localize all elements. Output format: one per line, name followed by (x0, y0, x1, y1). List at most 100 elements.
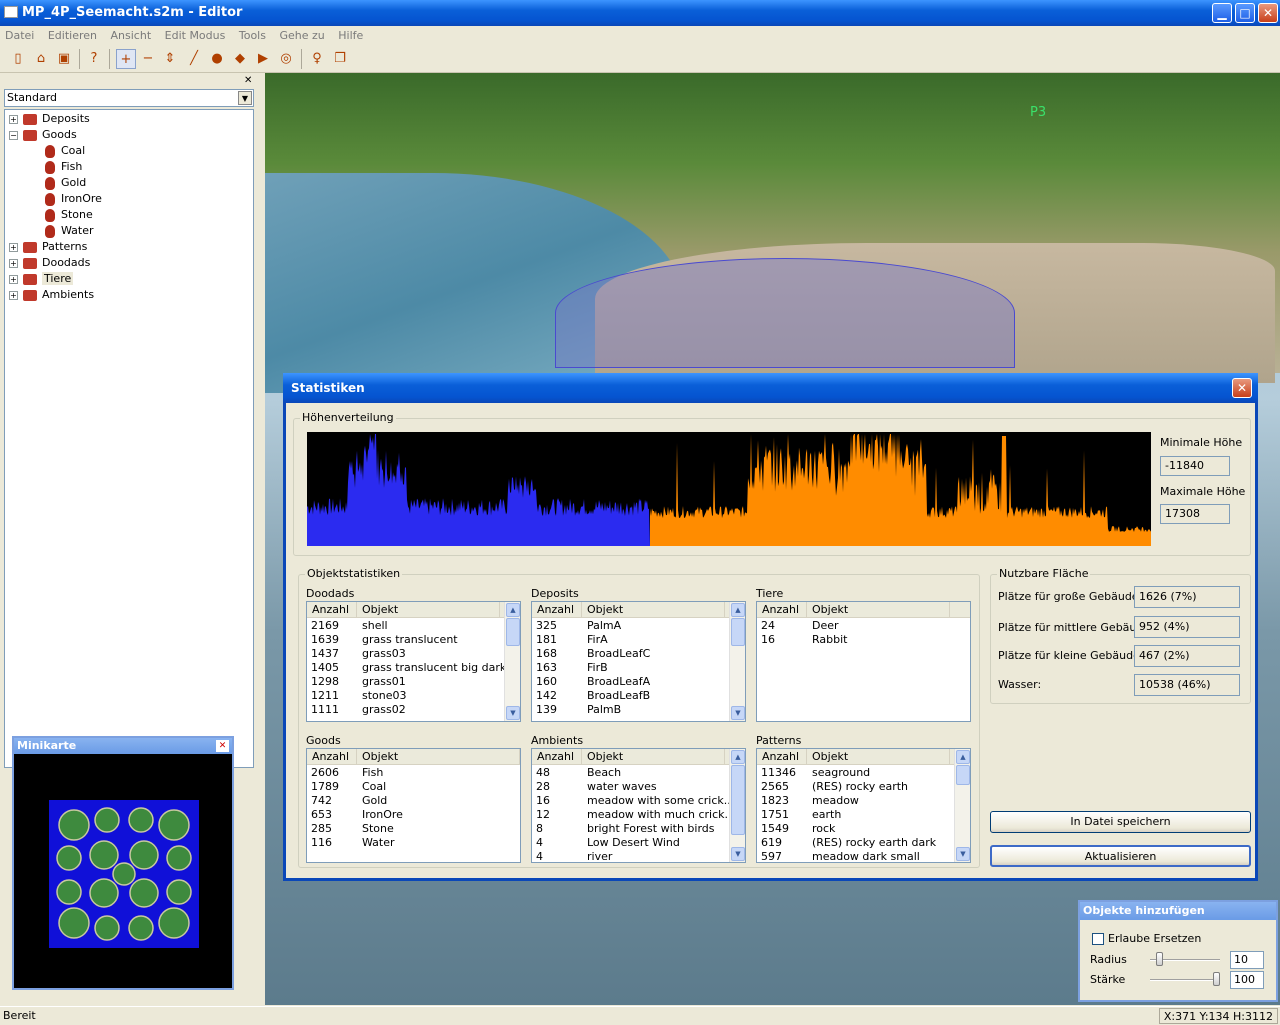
copy-icon[interactable]: ❐ (330, 49, 350, 69)
list-row[interactable]: 142 BroadLeafB (532, 689, 745, 703)
open-icon[interactable]: ⌂ (31, 49, 51, 69)
close-icon[interactable]: ✕ (216, 740, 229, 752)
list-row[interactable]: 1789 Coal (307, 780, 520, 794)
list-row[interactable]: 48 Beach (532, 766, 745, 780)
scroll-thumb[interactable] (731, 618, 745, 646)
column-objekt[interactable]: Objekt (582, 602, 725, 618)
collapse-icon[interactable]: − (9, 130, 18, 140)
column-anzahl[interactable]: Anzahl (532, 602, 582, 618)
list-row[interactable]: 28 water waves (532, 780, 745, 794)
tree-node-tiere[interactable]: + Tiere (9, 271, 74, 287)
menu-tools[interactable]: Tools (239, 29, 266, 42)
list-row[interactable]: 1298 grass01 (307, 675, 520, 689)
list-row[interactable]: 1639 grass translucent (307, 633, 520, 647)
scroll-thumb[interactable] (731, 765, 745, 835)
expand-icon[interactable]: + (9, 258, 18, 268)
column-objekt[interactable]: Objekt (582, 749, 725, 765)
list-row[interactable]: 16 Rabbit (757, 633, 970, 647)
scroll-down-icon[interactable]: ▼ (956, 847, 970, 861)
close-button[interactable]: ✕ (1258, 3, 1278, 23)
play-icon[interactable]: ▶ (253, 49, 273, 69)
list-row[interactable]: 139 PalmB (532, 703, 745, 717)
fill-icon[interactable]: ◆ (230, 49, 250, 69)
scroll-down-icon[interactable]: ▼ (731, 847, 745, 861)
list-row[interactable]: 1111 grass02 (307, 703, 520, 717)
list-row[interactable]: 16 meadow with some crick... (532, 794, 745, 808)
patterns-scrollbar[interactable]: ▲ ▼ (954, 749, 970, 862)
list-row[interactable]: 653 IronOre (307, 808, 520, 822)
maximize-button[interactable]: □ (1235, 3, 1255, 23)
list-row[interactable]: 2565 (RES) rocky earth (757, 780, 970, 794)
radius-input[interactable]: 10 (1230, 951, 1264, 969)
doodads-scrollbar[interactable]: ▲ ▼ (504, 602, 520, 721)
close-icon[interactable]: ✕ (1232, 378, 1252, 398)
paint-icon[interactable]: ● (207, 49, 227, 69)
list-row[interactable]: 11346 seaground (757, 766, 970, 780)
patterns-list[interactable]: Anzahl Objekt 11346 seaground 2565 (RES) roc… (756, 748, 971, 863)
brush-icon[interactable]: ╱ (184, 49, 204, 69)
refresh-button[interactable]: Aktualisieren (990, 845, 1251, 867)
menu-editieren[interactable]: Editieren (48, 29, 97, 42)
help-icon[interactable]: ? (84, 49, 104, 69)
save-icon[interactable]: ▣ (54, 49, 74, 69)
list-row[interactable]: 24 Deer (757, 619, 970, 633)
list-row[interactable]: 4 Low Desert Wind (532, 836, 745, 850)
list-row[interactable]: 1751 earth (757, 808, 970, 822)
scroll-up-icon[interactable]: ▲ (731, 750, 745, 764)
new-icon[interactable]: ▯ (8, 49, 28, 69)
add-icon[interactable]: + (116, 49, 136, 69)
list-row[interactable]: 8 bright Forest with birds (532, 822, 745, 836)
tree-node-water[interactable]: Water (45, 223, 94, 239)
list-row[interactable]: 325 PalmA (532, 619, 745, 633)
column-anzahl[interactable]: Anzahl (757, 602, 807, 618)
scroll-down-icon[interactable]: ▼ (731, 706, 745, 720)
strength-slider-track[interactable] (1150, 979, 1220, 981)
tree-node-ambients[interactable]: + Ambients (9, 287, 94, 303)
scroll-thumb[interactable] (956, 765, 970, 785)
column-objekt[interactable]: Objekt (357, 749, 520, 765)
minimize-button[interactable]: ▁ (1212, 3, 1232, 23)
list-row[interactable]: 116 Water (307, 836, 520, 850)
list-row[interactable]: 742 Gold (307, 794, 520, 808)
list-row[interactable]: 285 Stone (307, 822, 520, 836)
expand-icon[interactable]: + (9, 242, 18, 252)
list-row[interactable]: 1549 rock (757, 822, 970, 836)
list-row[interactable]: 2606 Fish (307, 766, 520, 780)
expand-icon[interactable]: + (9, 114, 18, 124)
object-tree[interactable]: + Deposits − Goods Coal Fish Gold IronOre … (4, 109, 254, 768)
strength-slider-knob[interactable] (1213, 972, 1220, 986)
scroll-thumb[interactable] (506, 618, 520, 646)
list-row[interactable]: 160 BroadLeafA (532, 675, 745, 689)
list-row[interactable]: 163 FirB (532, 661, 745, 675)
list-row[interactable]: 2169 shell (307, 619, 520, 633)
tiere-list[interactable]: Anzahl Objekt 24 Deer 16 Rabbit (756, 601, 971, 722)
list-row[interactable]: 181 FirA (532, 633, 745, 647)
tree-node-ironore[interactable]: IronOre (45, 191, 102, 207)
list-row[interactable]: 12 meadow with much crick... (532, 808, 745, 822)
list-row[interactable]: 1405 grass translucent big dark (307, 661, 520, 675)
deposits-scrollbar[interactable]: ▲ ▼ (729, 602, 745, 721)
expand-icon[interactable]: + (9, 274, 18, 284)
list-row[interactable]: 4 river (532, 850, 745, 862)
menu-datei[interactable]: Datei (5, 29, 34, 42)
deposits-list[interactable]: Anzahl Objekt 325 PalmA 181 FirA 168 BroadLeaf… (531, 601, 746, 722)
strength-input[interactable]: 100 (1230, 971, 1264, 989)
remove-icon[interactable]: − (138, 49, 158, 69)
tree-node-coal[interactable]: Coal (45, 143, 85, 159)
column-objekt[interactable]: Objekt (807, 602, 950, 618)
chevron-down-icon[interactable]: ▼ (238, 91, 252, 105)
tree-node-gold[interactable]: Gold (45, 175, 86, 191)
panel-close-icon[interactable]: ✕ (244, 75, 252, 86)
list-row[interactable]: 619 (RES) rocky earth dark (757, 836, 970, 850)
height-icon[interactable]: ⇕ (160, 49, 180, 69)
category-select[interactable]: Standard ▼ (4, 89, 254, 107)
tree-node-deposits[interactable]: + Deposits (9, 111, 90, 127)
expand-icon[interactable]: + (9, 290, 18, 300)
list-row[interactable]: 1823 meadow (757, 794, 970, 808)
doodads-list[interactable]: Anzahl Objekt 2169 shell 1639 grass transluc… (306, 601, 521, 722)
list-row[interactable]: 1437 grass03 (307, 647, 520, 661)
list-row[interactable]: 1211 stone03 (307, 689, 520, 703)
goods-list[interactable]: Anzahl Objekt 2606 Fish 1789 Coal 742 Gold 653 I… (306, 748, 521, 863)
scroll-up-icon[interactable]: ▲ (956, 750, 970, 764)
column-anzahl[interactable]: Anzahl (757, 749, 807, 765)
